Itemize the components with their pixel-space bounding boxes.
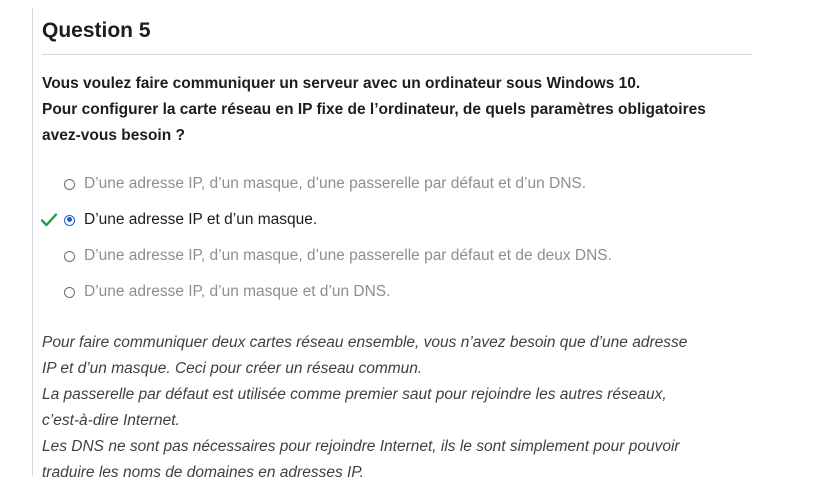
answer-option-3[interactable]: D’une adresse IP, d’un masque, d’une pas… [42,238,754,274]
radio-button-icon[interactable] [64,250,75,262]
question-prompt-line: Pour configurer la carte réseau en IP fi… [42,101,706,118]
explanation-line: La passerelle par défaut est utilisée co… [42,386,667,403]
question-prompt-line: Vous voulez faire communiquer un serveur… [42,75,641,92]
answer-label: D’une adresse IP et d’un masque. [84,211,318,228]
answer-explanation: Pour faire communiquer deux cartes résea… [42,330,754,486]
answer-option-4[interactable]: D’une adresse IP, d’un masque et d’un DN… [42,274,754,310]
explanation-line: Les DNS ne sont pas nécessaires pour rej… [42,438,680,455]
explanation-line: Pour faire communiquer deux cartes résea… [42,334,688,351]
radio-button-icon[interactable] [64,178,75,190]
title-divider [42,54,752,55]
explanation-line: IP et d’un masque. Ceci pour créer un ré… [42,360,423,377]
checkmark-icon [40,213,58,227]
radio-button-icon[interactable] [64,286,75,298]
answer-option-2[interactable]: D’une adresse IP et d’un masque. [40,202,754,238]
answer-list: D’une adresse IP, d’un masque, d’une pas… [40,166,754,310]
question-title: Question 5 [42,19,151,42]
explanation-line: traduire les noms de domaines en adresse… [42,464,364,481]
radio-button-icon[interactable] [64,214,75,226]
answer-label: D’une adresse IP, d’un masque et d’un DN… [84,283,391,300]
question-panel: Question 5 Vous voulez faire communiquer… [40,8,754,486]
explanation-line: c’est-à-dire Internet. [42,412,180,429]
question-prompt-line: avez-vous besoin ? [42,127,185,144]
answer-label: D’une adresse IP, d’un masque, d’une pas… [84,247,612,264]
question-prompt: Vous voulez faire communiquer un serveur… [42,71,754,149]
answer-option-1[interactable]: D’une adresse IP, d’un masque, d’une pas… [42,166,754,202]
left-border [32,8,33,476]
quiz-review-page: Question 5 Vous voulez faire communiquer… [0,0,830,496]
answer-label: D’une adresse IP, d’un masque, d’une pas… [84,175,587,192]
